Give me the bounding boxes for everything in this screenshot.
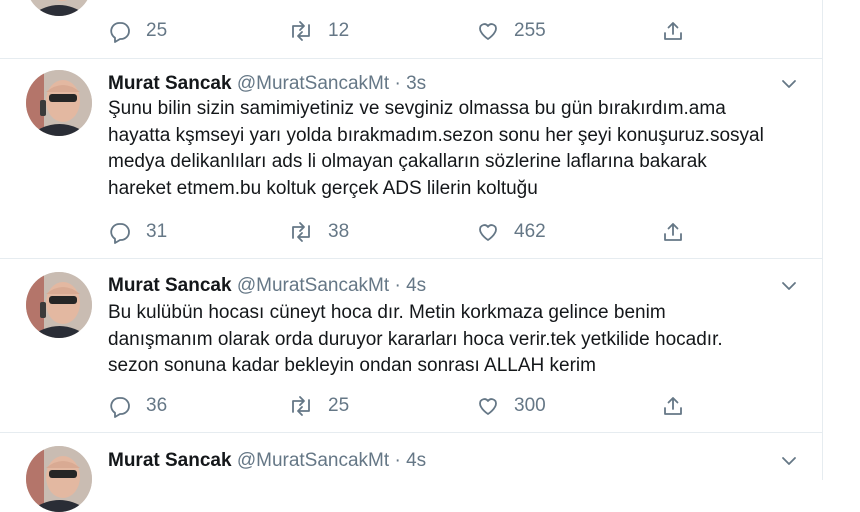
like-button[interactable]: 300	[476, 393, 546, 419]
author-handle[interactable]: @MuratSancakMt	[237, 73, 389, 94]
tweet-actions: 25 12 255	[108, 18, 698, 44]
like-count: 300	[514, 395, 546, 416]
separator-dot: ·	[394, 73, 401, 94]
tweet-actions: 36 25 300	[108, 393, 698, 419]
chevron-down-icon[interactable]	[780, 277, 798, 295]
timestamp[interactable]: 4s	[406, 450, 426, 471]
retweet-button[interactable]: 12	[288, 18, 349, 44]
tweet-text: Bu kulübün hocası cüneyt hoca dır. Metin…	[108, 302, 723, 376]
tweet-actions: 31 38 462	[108, 219, 698, 245]
reply-count: 25	[146, 20, 168, 41]
share-button[interactable]	[661, 219, 685, 245]
reply-button[interactable]: 31	[108, 219, 167, 245]
retweet-icon	[292, 21, 310, 41]
share-icon	[664, 397, 682, 415]
chevron-down-icon[interactable]	[780, 75, 798, 93]
like-button[interactable]: 462	[476, 219, 546, 245]
retweet-button[interactable]: 38	[288, 219, 349, 245]
reply-icon	[110, 397, 130, 418]
reply-icon	[110, 223, 130, 244]
avatar[interactable]	[26, 70, 92, 136]
like-icon	[479, 224, 497, 241]
separator-dot: ·	[394, 450, 401, 471]
tweet-header: Murat Sancak @MuratSancakMt · 4s	[108, 450, 426, 472]
avatar[interactable]	[26, 0, 92, 16]
like-button[interactable]: 255	[476, 18, 546, 44]
share-icon	[664, 223, 682, 241]
tweet-header: Murat Sancak @MuratSancakMt · 3s	[108, 73, 426, 95]
share-button[interactable]	[661, 393, 685, 419]
retweet-count: 38	[328, 221, 350, 242]
retweet-count: 25	[328, 395, 350, 416]
like-icon	[479, 23, 497, 40]
retweet-icon	[292, 396, 310, 416]
timestamp[interactable]: 4s	[406, 275, 426, 296]
reply-count: 36	[146, 395, 168, 416]
tweet[interactable]: Murat Sancak @MuratSancakMt · 3s Şunu bi…	[0, 58, 822, 259]
tweet[interactable]: 25 12 255	[0, 0, 822, 59]
like-count: 255	[514, 20, 546, 41]
like-icon	[479, 398, 497, 415]
author-name[interactable]: Murat Sancak	[108, 275, 232, 296]
chevron-down-icon[interactable]	[780, 452, 798, 470]
tweet[interactable]: Murat Sancak @MuratSancakMt · 4s	[0, 432, 822, 512]
author-name[interactable]: Murat Sancak	[108, 73, 232, 94]
timeline-feed: 25 12 255 Murat Sancak @MuratSancakMt · …	[0, 0, 823, 512]
author-handle[interactable]: @MuratSancakMt	[237, 450, 389, 471]
share-icon	[664, 22, 682, 40]
retweet-count: 12	[328, 20, 350, 41]
reply-button[interactable]: 25	[108, 18, 167, 44]
author-name[interactable]: Murat Sancak	[108, 450, 232, 471]
like-count: 462	[514, 221, 546, 242]
reply-count: 31	[146, 221, 168, 242]
share-button[interactable]	[661, 18, 685, 44]
timestamp[interactable]: 3s	[406, 73, 426, 94]
retweet-button[interactable]: 25	[288, 393, 349, 419]
tweet-header: Murat Sancak @MuratSancakMt · 4s	[108, 275, 426, 297]
reply-icon	[110, 22, 130, 43]
retweet-icon	[292, 222, 310, 242]
avatar[interactable]	[26, 446, 92, 512]
avatar[interactable]	[26, 272, 92, 338]
tweet[interactable]: Murat Sancak @MuratSancakMt · 4s Bu kulü…	[0, 258, 822, 433]
tweet-text: Şunu bilin sizin samimiyetiniz ve sevgin…	[108, 98, 764, 199]
separator-dot: ·	[394, 275, 401, 296]
reply-button[interactable]: 36	[108, 393, 167, 419]
author-handle[interactable]: @MuratSancakMt	[237, 275, 389, 296]
